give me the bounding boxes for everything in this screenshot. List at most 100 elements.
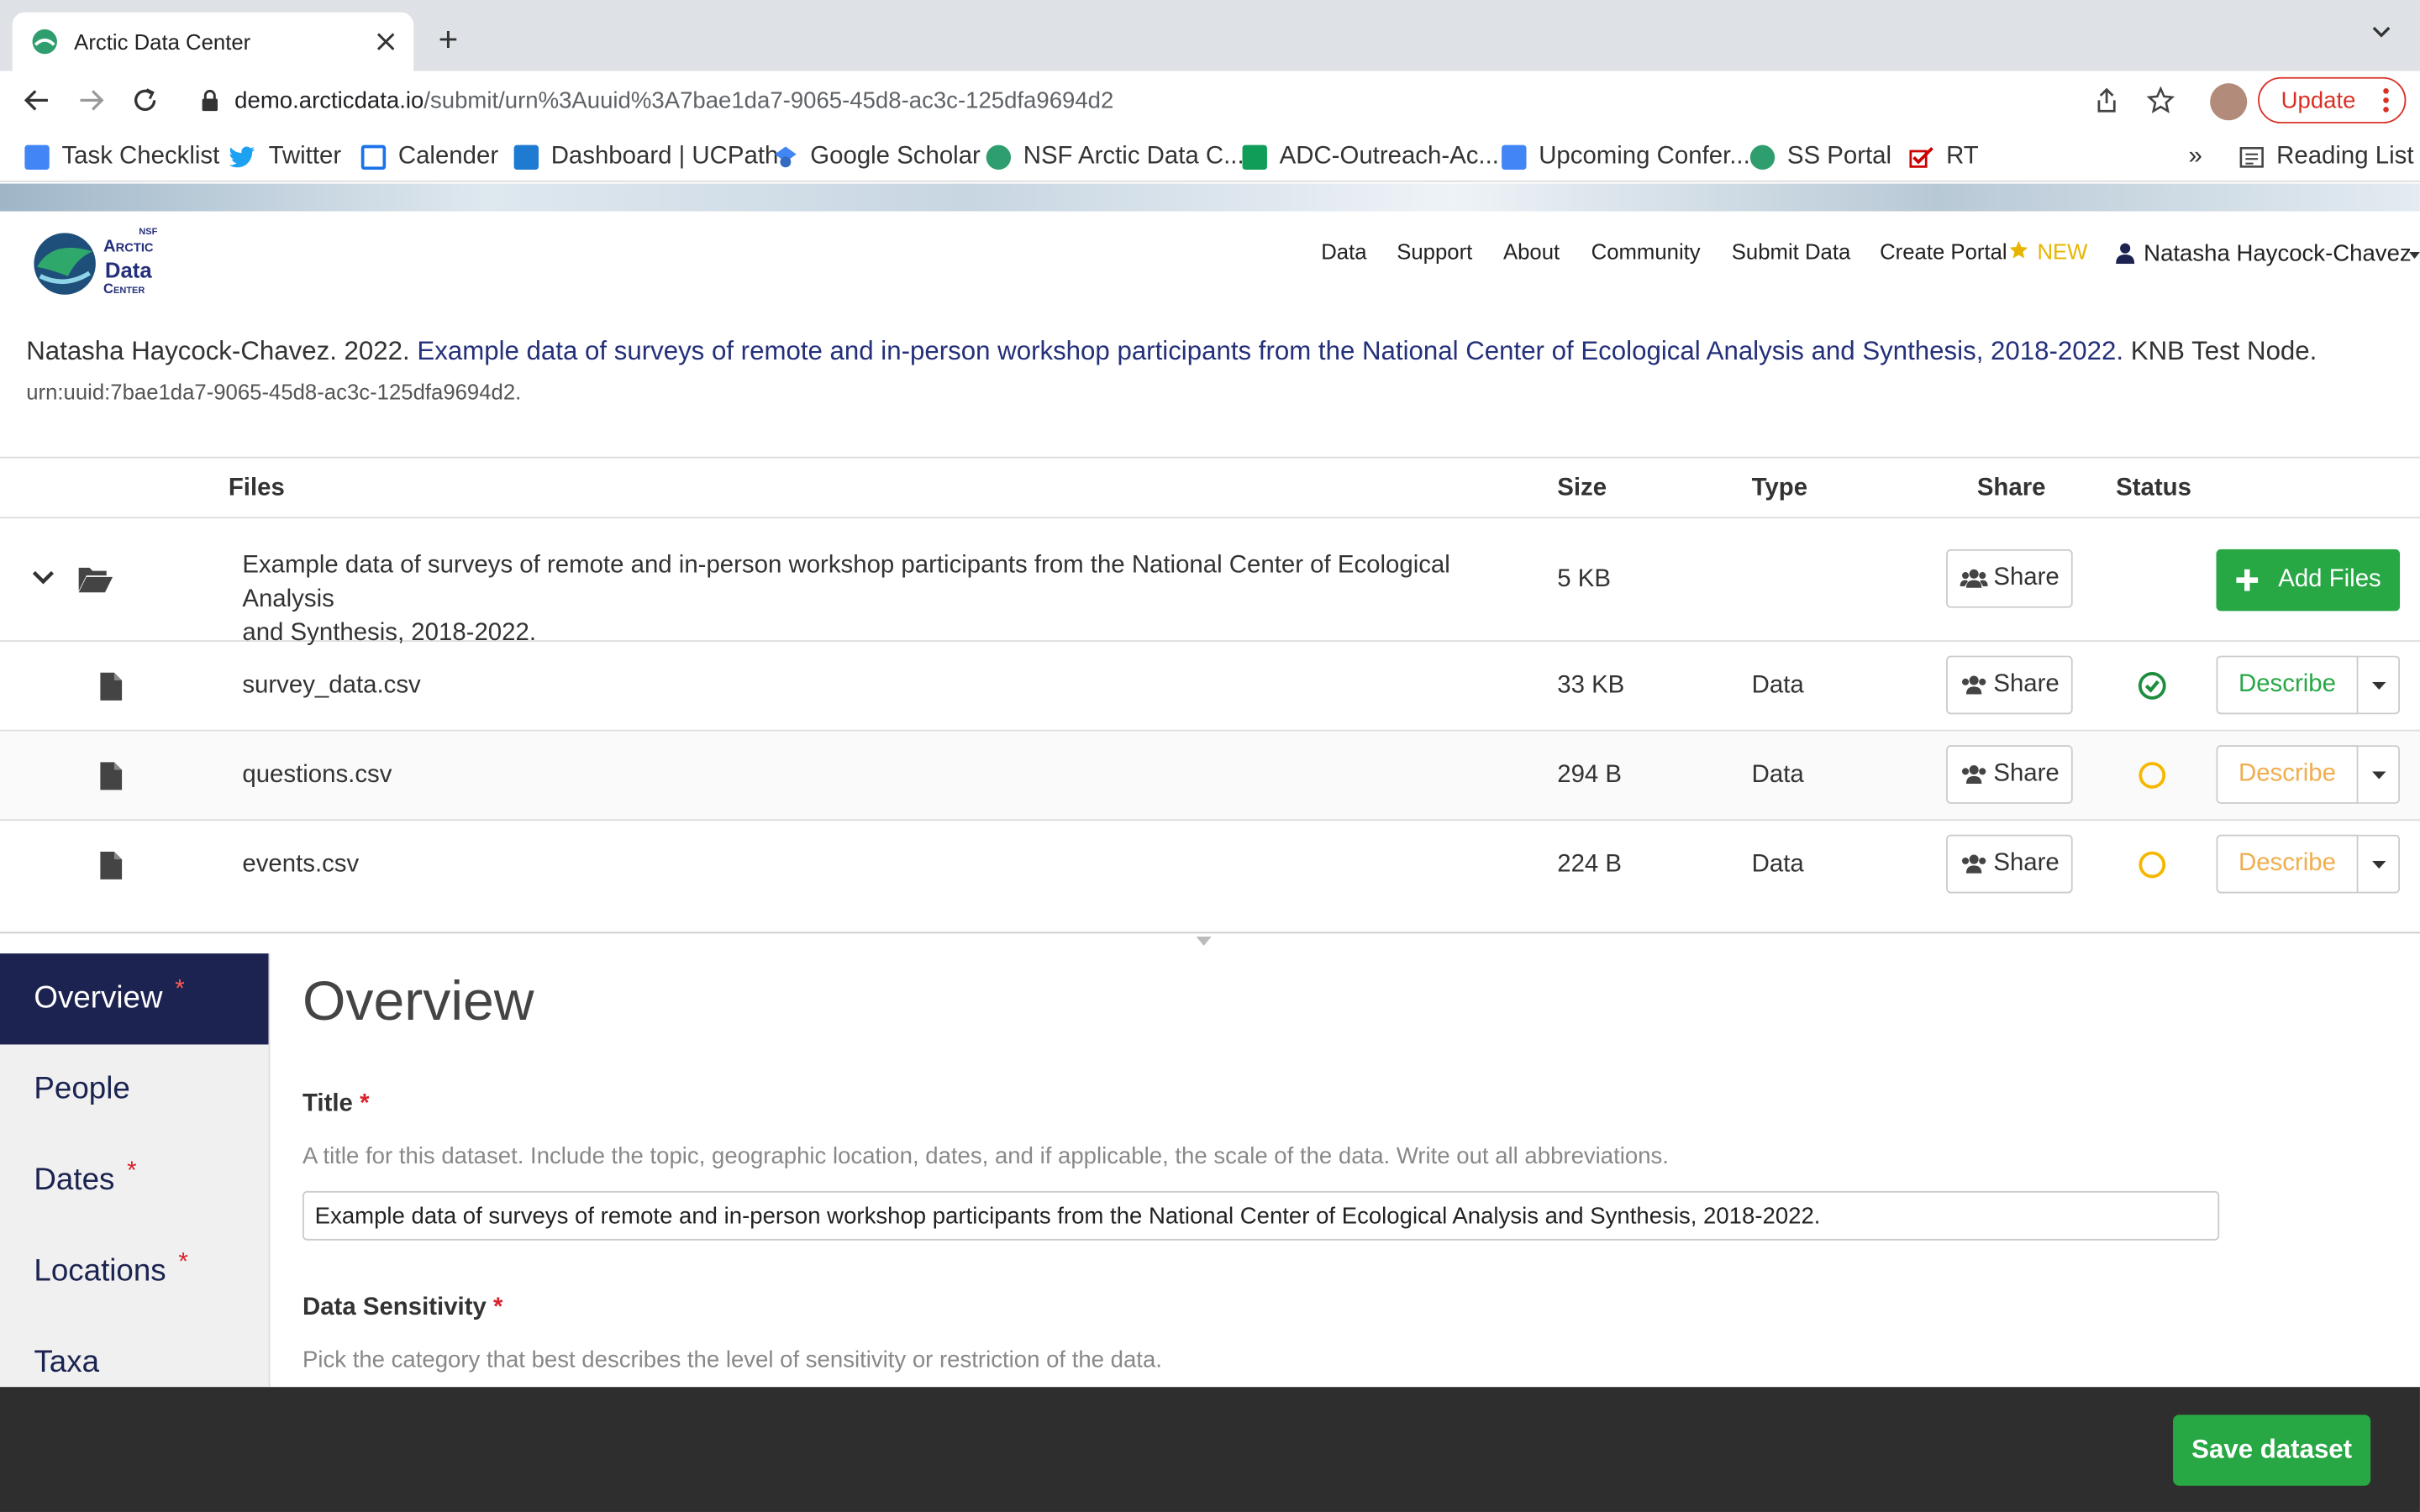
- file-row-survey-data: survey_data.csv 33 KB Data Share Describ…: [0, 642, 2420, 732]
- describe-dropdown-caret-icon[interactable]: [2358, 655, 2401, 715]
- add-files-button[interactable]: Add Files: [2216, 549, 2401, 612]
- nav-about[interactable]: About: [1503, 239, 1560, 264]
- status-pending-circle-icon: [2138, 850, 2167, 879]
- users-icon: [1960, 764, 1993, 785]
- nav-support[interactable]: Support: [1397, 239, 1472, 264]
- file-icon: [99, 671, 124, 702]
- bookmark-star-icon[interactable]: [2146, 86, 2175, 114]
- status-pending-circle-icon: [2138, 760, 2167, 790]
- reading-list-label: Reading List: [2276, 143, 2414, 171]
- reload-icon[interactable]: [128, 83, 161, 117]
- required-marker: *: [493, 1294, 503, 1321]
- header-status: Status: [2116, 475, 2191, 501]
- bookmark-label: RT: [1946, 143, 1979, 171]
- user-caret-icon[interactable]: [2409, 251, 2420, 259]
- bookmarks-overflow-button[interactable]: »: [2188, 142, 2202, 173]
- folder-open-icon: [77, 563, 114, 594]
- docs-icon: [1502, 144, 1527, 171]
- describe-button[interactable]: Describe: [2216, 655, 2359, 715]
- lock-icon: [201, 89, 219, 112]
- reading-list-icon: [2239, 146, 2264, 168]
- browser-tab[interactable]: Arctic Data Center: [12, 12, 414, 71]
- bookmark-rt[interactable]: RT: [1909, 142, 1979, 173]
- file-share-button[interactable]: Share: [1946, 655, 2073, 715]
- sidebar-item-label: Dates: [34, 1163, 115, 1198]
- sensitivity-help-text: Pick the category that best describes th…: [302, 1347, 1162, 1373]
- arctic-data-center-logo[interactable]: NSF Arctic Data Center: [31, 223, 158, 301]
- file-name: survey_data.csv: [242, 672, 421, 700]
- back-icon[interactable]: [20, 83, 54, 117]
- nav-community[interactable]: Community: [1591, 239, 1701, 264]
- sidebar-item-overview[interactable]: Overview *: [0, 953, 269, 1045]
- bookmark-dashboard-ucpath[interactable]: Dashboard | UCPath: [513, 142, 778, 173]
- bookmark-label: Task Checklist: [61, 143, 220, 171]
- add-files-label: Add Files: [2278, 566, 2381, 593]
- update-button[interactable]: Update: [2258, 76, 2407, 123]
- tab-search-chevron-icon[interactable]: [2370, 24, 2392, 39]
- new-tab-button[interactable]: +: [439, 21, 459, 59]
- bookmark-label: Twitter: [268, 143, 342, 171]
- twitter-icon: [229, 145, 256, 170]
- required-marker: *: [127, 1158, 137, 1184]
- files-table-header: Files Size Type Share Status: [0, 456, 2420, 519]
- forward-icon[interactable]: [74, 83, 108, 117]
- calendar-icon: [360, 144, 387, 171]
- describe-button-group: Describe: [2216, 655, 2401, 715]
- file-type: Data: [1751, 672, 1804, 700]
- nav-submit-data[interactable]: Submit Data: [1732, 239, 1851, 264]
- plus-icon: [2235, 568, 2260, 592]
- url-bar[interactable]: demo.arcticdata.io/submit/urn%3Auuid%3A7…: [185, 77, 2191, 123]
- describe-dropdown-caret-icon[interactable]: [2358, 834, 2401, 894]
- sheets-icon: [1242, 144, 1267, 171]
- logo-text-line2: Data: [104, 257, 152, 283]
- save-footer: [0, 1387, 2420, 1512]
- bookmark-upcoming-conferences[interactable]: Upcoming Confer...: [1502, 142, 1750, 173]
- resize-divider[interactable]: [0, 932, 2420, 954]
- file-row-events: events.csv 224 B Data Share Describe: [0, 821, 2420, 911]
- package-share-button[interactable]: Share: [1946, 549, 2073, 608]
- citation-title-link[interactable]: Example data of surveys of remote and in…: [417, 336, 2123, 365]
- describe-dropdown-caret-icon[interactable]: [2358, 745, 2401, 804]
- file-name: events.csv: [242, 851, 360, 879]
- file-share-button[interactable]: Share: [1946, 745, 2073, 804]
- file-share-button[interactable]: Share: [1946, 834, 2073, 894]
- sidebar-item-people[interactable]: People: [0, 1044, 269, 1135]
- bookmark-adc-outreach[interactable]: ADC-Outreach-Ac...: [1242, 142, 1499, 173]
- bookmark-google-scholar[interactable]: Google Scholar: [773, 142, 981, 173]
- more-vert-icon: [2383, 88, 2390, 113]
- describe-button[interactable]: Describe: [2216, 834, 2359, 894]
- bookmark-nsf-arctic[interactable]: NSF Arctic Data C...: [986, 142, 1244, 173]
- users-icon: [1959, 568, 1993, 590]
- nav-data[interactable]: Data: [1321, 239, 1366, 264]
- file-name: questions.csv: [242, 762, 392, 789]
- share-label: Share: [1993, 760, 2060, 787]
- bookmark-task-checklist[interactable]: Task Checklist: [24, 142, 219, 173]
- bookmark-calender[interactable]: Calender: [360, 142, 499, 173]
- header-share: Share: [1976, 475, 2046, 501]
- bookmark-ss-portal[interactable]: SS Portal: [1749, 142, 1891, 173]
- file-type: Data: [1751, 762, 1804, 789]
- reading-list-button[interactable]: Reading List: [2239, 142, 2414, 173]
- editor-content: [268, 953, 2420, 1389]
- bookmark-label: Calender: [397, 143, 499, 171]
- bookmark-twitter[interactable]: Twitter: [229, 142, 341, 173]
- profile-avatar[interactable]: [2210, 83, 2248, 121]
- docs-icon: [24, 144, 50, 171]
- share-page-icon[interactable]: [2093, 87, 2121, 114]
- sidebar-item-dates[interactable]: Dates *: [0, 1136, 269, 1226]
- arctic-favicon-icon: [986, 144, 1012, 171]
- describe-button[interactable]: Describe: [2216, 745, 2359, 804]
- file-type: Data: [1751, 851, 1804, 879]
- save-dataset-button[interactable]: Save dataset: [2173, 1415, 2371, 1486]
- sidebar-item-label: Taxa: [34, 1345, 100, 1380]
- close-tab-icon[interactable]: [376, 33, 395, 51]
- citation-node: KNB Test Node.: [2130, 336, 2317, 366]
- nav-create-portal[interactable]: Create Portal: [1880, 239, 2007, 264]
- title-input[interactable]: [302, 1190, 2220, 1241]
- sidebar-item-locations[interactable]: Locations *: [0, 1226, 269, 1317]
- resize-handle-icon[interactable]: [1196, 936, 1212, 946]
- file-icon: [99, 760, 124, 791]
- collapse-chevron-icon[interactable]: [31, 568, 55, 586]
- user-menu[interactable]: Natasha Haycock-Chavez: [2144, 241, 2412, 267]
- new-badge: NEW: [2037, 239, 2088, 265]
